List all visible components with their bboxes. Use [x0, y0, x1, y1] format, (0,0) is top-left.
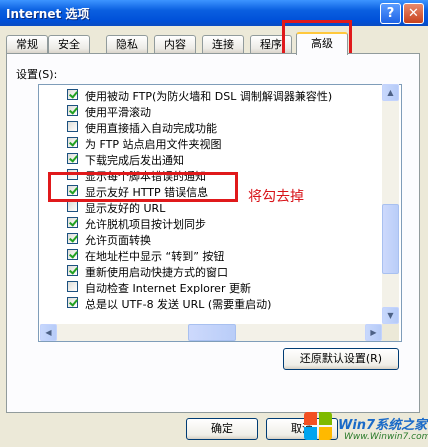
checkbox[interactable]	[67, 185, 78, 196]
chevron-up-icon: ▲	[387, 88, 394, 97]
tab-privacy[interactable]: 隐私	[106, 35, 148, 54]
chevron-left-icon: ◀	[45, 328, 52, 337]
chevron-right-icon: ▶	[370, 328, 377, 337]
close-icon: ✕	[408, 6, 419, 21]
checkbox[interactable]	[67, 105, 78, 116]
scroll-up-button[interactable]: ▲	[382, 84, 399, 101]
windows-logo-icon	[304, 412, 334, 442]
restore-defaults-button[interactable]: 还原默认设置(R)	[283, 348, 399, 370]
settings-label: 设置(S):	[16, 68, 58, 81]
checkbox[interactable]	[67, 265, 78, 276]
scroll-left-button[interactable]: ◀	[40, 324, 57, 341]
checkbox[interactable]	[67, 153, 78, 164]
checkbox[interactable]	[67, 281, 78, 292]
scroll-right-button[interactable]: ▶	[365, 324, 382, 341]
checkbox[interactable]	[67, 201, 78, 212]
checkbox[interactable]	[67, 233, 78, 244]
ok-button[interactable]: 确定	[186, 418, 258, 440]
help-icon: ?	[386, 6, 395, 21]
checkbox[interactable]	[67, 249, 78, 260]
checkbox[interactable]	[67, 121, 78, 132]
scroll-down-button[interactable]: ▼	[382, 307, 399, 324]
help-button[interactable]: ?	[380, 3, 401, 24]
annotation-text: 将勾去掉	[248, 189, 304, 205]
tab-programs[interactable]: 程序	[250, 35, 292, 54]
checkbox[interactable]	[67, 137, 78, 148]
horizontal-scrollbar[interactable]: ◀ ▶	[40, 324, 382, 341]
window-title: Internet 选项	[6, 7, 90, 21]
checkbox[interactable]	[67, 217, 78, 228]
checkbox[interactable]	[67, 169, 78, 180]
vertical-scroll-thumb[interactable]	[382, 204, 399, 274]
title-bar: Internet 选项 ? ✕	[0, 0, 428, 26]
checkbox[interactable]	[67, 297, 78, 308]
chevron-down-icon: ▼	[387, 311, 394, 320]
watermark-brand: Win7系统之家	[338, 418, 428, 433]
close-button[interactable]: ✕	[403, 3, 424, 24]
tab-strip: 常规 安全 隐私 内容 连接 程序 高级	[6, 32, 422, 55]
scroll-corner	[382, 324, 399, 341]
vertical-scrollbar[interactable]: ▲ ▼	[382, 84, 399, 324]
watermark-url: Www.Winwin7.com	[344, 432, 428, 442]
watermark: Win7系统之家 Www.Winwin7.com	[304, 408, 428, 447]
tab-security[interactable]: 安全	[48, 35, 90, 54]
checkbox[interactable]	[67, 89, 78, 100]
tab-advanced[interactable]: 高级	[296, 32, 348, 55]
settings-list[interactable]: 使用被动 FTP(为防火墙和 DSL 调制解调器兼容性) 使用平滑滚动 使用直接…	[38, 84, 402, 342]
tab-general[interactable]: 常规	[6, 35, 48, 54]
tab-connections[interactable]: 连接	[202, 35, 244, 54]
tab-content[interactable]: 内容	[154, 35, 196, 54]
horizontal-scroll-thumb[interactable]	[188, 324, 236, 341]
